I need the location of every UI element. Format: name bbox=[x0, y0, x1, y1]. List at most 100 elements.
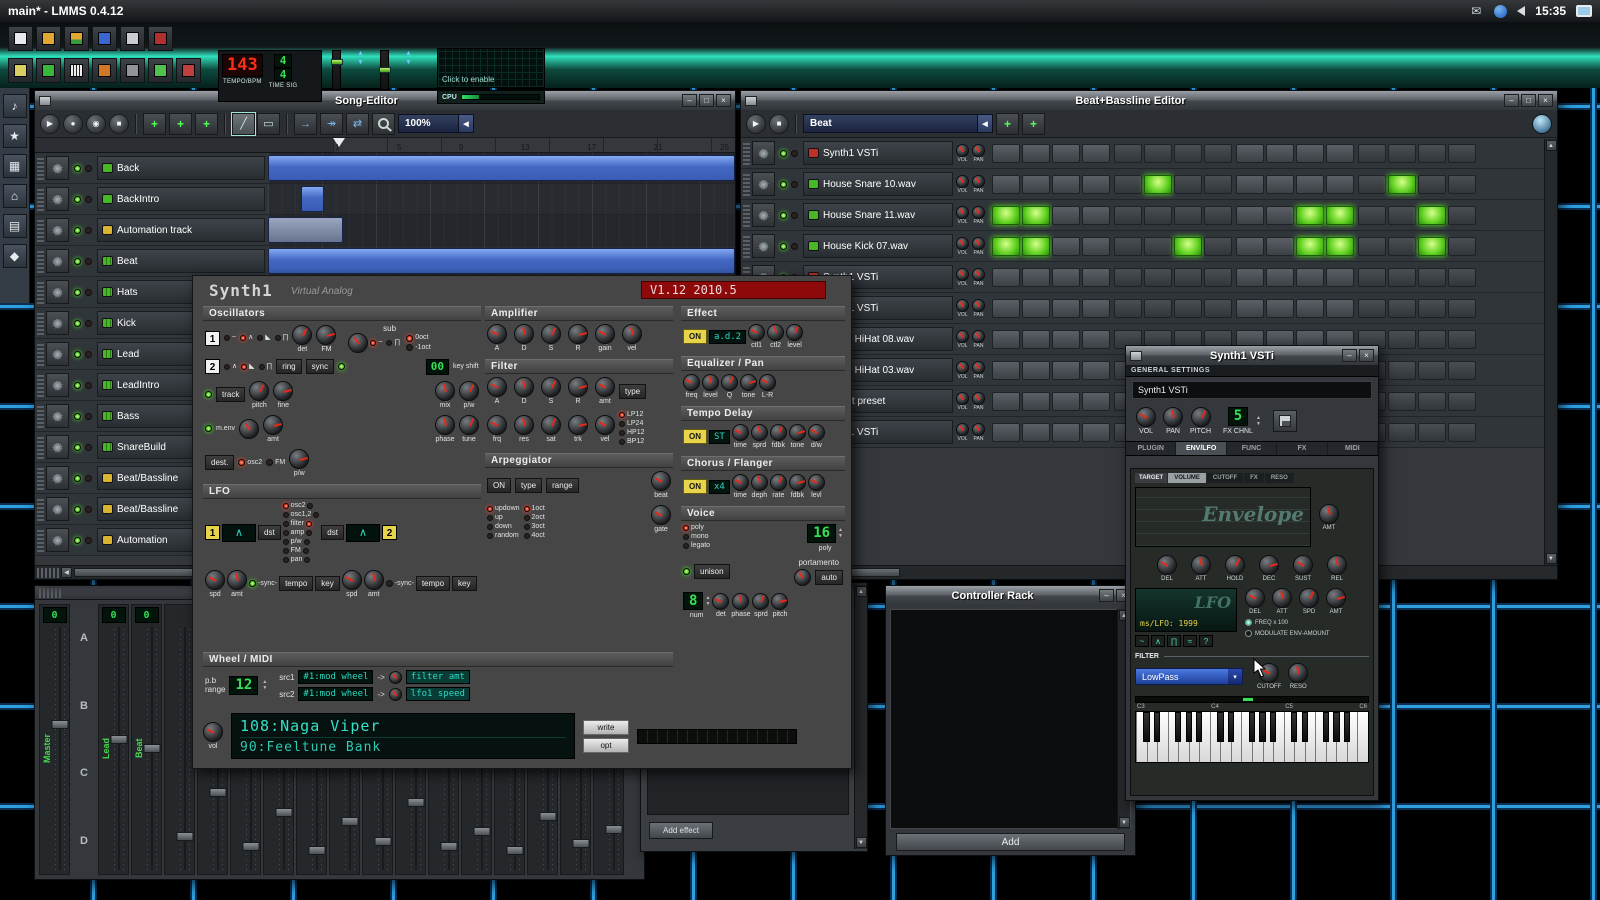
track-actions-button[interactable] bbox=[46, 342, 69, 366]
option-2oct[interactable]: 2oct bbox=[523, 514, 545, 522]
knob-dial[interactable] bbox=[731, 474, 749, 491]
beat-step-16[interactable] bbox=[1448, 267, 1476, 287]
pan-knob[interactable]: PAN bbox=[972, 391, 985, 411]
wave-button[interactable]: ≈ bbox=[1183, 635, 1197, 647]
piano-key-white[interactable] bbox=[1357, 712, 1368, 762]
scroll-down-arrow[interactable]: ▼ bbox=[1118, 817, 1130, 828]
mixer-channel[interactable]: 0 Lead bbox=[98, 604, 129, 875]
knob-dial[interactable] bbox=[227, 569, 247, 590]
beat-step-16[interactable] bbox=[1448, 360, 1476, 380]
sync-button[interactable]: sync bbox=[305, 359, 335, 375]
knob-dial[interactable] bbox=[1319, 503, 1339, 524]
mute-led[interactable] bbox=[74, 288, 81, 296]
knob-dial[interactable] bbox=[956, 298, 969, 312]
knob-DEL[interactable]: DEL bbox=[1245, 588, 1265, 615]
mixer-channel[interactable] bbox=[164, 604, 195, 875]
target-tab[interactable]: FX bbox=[1244, 473, 1264, 483]
beat-step-13[interactable] bbox=[1358, 236, 1386, 256]
pan-knob[interactable]: PAN bbox=[972, 143, 985, 163]
knob-dial[interactable] bbox=[956, 329, 969, 343]
knob-dial[interactable] bbox=[1163, 407, 1183, 427]
dock-button[interactable]: ♪ bbox=[2, 94, 27, 118]
option-~[interactable]: ~ bbox=[224, 334, 236, 342]
knob-HOLD[interactable]: HOLD bbox=[1225, 555, 1245, 582]
option-legato[interactable]: legato bbox=[683, 542, 710, 550]
knob-dial[interactable] bbox=[721, 374, 738, 391]
beat-step-4[interactable] bbox=[1082, 329, 1110, 349]
master-pitch-arrows[interactable]: ▲ ▼ bbox=[405, 50, 412, 66]
pan-knob[interactable]: PAN bbox=[972, 236, 985, 256]
beat-step-6[interactable] bbox=[1144, 205, 1172, 225]
display-icon[interactable] bbox=[1576, 5, 1592, 17]
knob-dial[interactable] bbox=[1288, 663, 1309, 683]
track-grip[interactable] bbox=[37, 404, 44, 428]
tab[interactable]: ENV/LFO bbox=[1176, 442, 1227, 455]
knob-dial[interactable] bbox=[956, 422, 969, 436]
envelope-display[interactable]: Envelope bbox=[1135, 487, 1311, 547]
beat-step-16[interactable] bbox=[1448, 422, 1476, 442]
knob-dial[interactable] bbox=[956, 267, 969, 281]
knob-dial[interactable] bbox=[732, 593, 750, 611]
beat-step-4[interactable] bbox=[1082, 143, 1110, 163]
knob-dial[interactable] bbox=[769, 424, 787, 441]
beat-step-8[interactable] bbox=[1204, 236, 1232, 256]
maximize-button[interactable]: □ bbox=[699, 94, 714, 107]
lfo1-sync[interactable]: -sync- bbox=[249, 580, 277, 588]
track-actions-button[interactable] bbox=[46, 218, 69, 242]
option-p/w[interactable]: p/w bbox=[282, 538, 320, 546]
beat-step-15[interactable] bbox=[1418, 143, 1446, 163]
src2-amount-knob[interactable] bbox=[388, 687, 402, 701]
knob-ATT[interactable]: ATT bbox=[1191, 555, 1211, 582]
knob-dial[interactable] bbox=[972, 236, 985, 250]
track-actions-button[interactable] bbox=[752, 141, 775, 165]
fader-handle[interactable] bbox=[341, 817, 359, 827]
beat-step-13[interactable] bbox=[1358, 174, 1386, 194]
beat-step-11[interactable] bbox=[1296, 267, 1324, 287]
delay-on-button[interactable]: ON bbox=[683, 429, 707, 444]
mixer-channel[interactable]: 0 Master bbox=[39, 604, 70, 875]
beat-step-16[interactable] bbox=[1448, 391, 1476, 411]
knob-dial[interactable] bbox=[702, 374, 719, 391]
beat-step-11[interactable] bbox=[1296, 174, 1324, 194]
knob-A[interactable]: A bbox=[487, 324, 507, 352]
knob-dial[interactable] bbox=[750, 474, 768, 491]
fader-handle[interactable] bbox=[572, 839, 590, 849]
group-label[interactable]: A bbox=[80, 632, 88, 644]
lfo1-tempo-button[interactable]: tempo bbox=[279, 576, 314, 592]
track-actions-button[interactable] bbox=[46, 528, 69, 552]
beat-step-14[interactable] bbox=[1388, 360, 1416, 380]
knob-dial[interactable] bbox=[807, 474, 825, 491]
toolbar-button[interactable] bbox=[36, 26, 61, 51]
knob-S[interactable]: S bbox=[541, 377, 561, 405]
knob-PAN[interactable]: PAN bbox=[1163, 407, 1183, 435]
knob-Q[interactable]: Q bbox=[721, 374, 738, 399]
beat-step-3[interactable] bbox=[1052, 298, 1080, 318]
option-∧[interactable]: ∧ bbox=[240, 334, 253, 342]
transport-button[interactable]: ■ bbox=[769, 113, 789, 134]
timesig-numerator[interactable]: 4 bbox=[273, 54, 293, 68]
phase-knob[interactable]: phase bbox=[435, 414, 455, 443]
piano-key-black[interactable] bbox=[1153, 712, 1161, 742]
beat-step-1[interactable] bbox=[992, 360, 1020, 380]
pitch-knob[interactable]: pitch bbox=[249, 380, 270, 409]
mute-led[interactable] bbox=[74, 350, 81, 358]
track-name-panel[interactable]: House Snare 11.wav bbox=[803, 203, 953, 227]
track-timeline[interactable] bbox=[268, 215, 735, 245]
track-actions-button[interactable] bbox=[46, 373, 69, 397]
knob-ctl1[interactable]: ctl1 bbox=[748, 324, 766, 349]
unison-num-display[interactable]: 8 bbox=[683, 591, 704, 611]
knob-L-R[interactable]: L-R bbox=[759, 374, 776, 399]
knob-dial[interactable] bbox=[972, 267, 985, 281]
transport-button[interactable]: ▶ bbox=[746, 113, 766, 134]
fader-handle[interactable] bbox=[605, 824, 623, 834]
beat-step-16[interactable] bbox=[1448, 329, 1476, 349]
fader-handle[interactable] bbox=[51, 720, 69, 730]
scroll-down-arrow[interactable]: ▼ bbox=[855, 837, 867, 848]
pitchbend-spinner[interactable]: ▲ ▼ bbox=[262, 680, 267, 691]
beat-step-1[interactable] bbox=[992, 205, 1020, 225]
knob-dial[interactable] bbox=[289, 448, 310, 469]
add-track-button[interactable]: + bbox=[169, 112, 192, 135]
volume-knob[interactable]: VOL bbox=[956, 391, 969, 411]
solo-led[interactable] bbox=[791, 211, 798, 219]
knob-dial[interactable] bbox=[1157, 555, 1177, 575]
